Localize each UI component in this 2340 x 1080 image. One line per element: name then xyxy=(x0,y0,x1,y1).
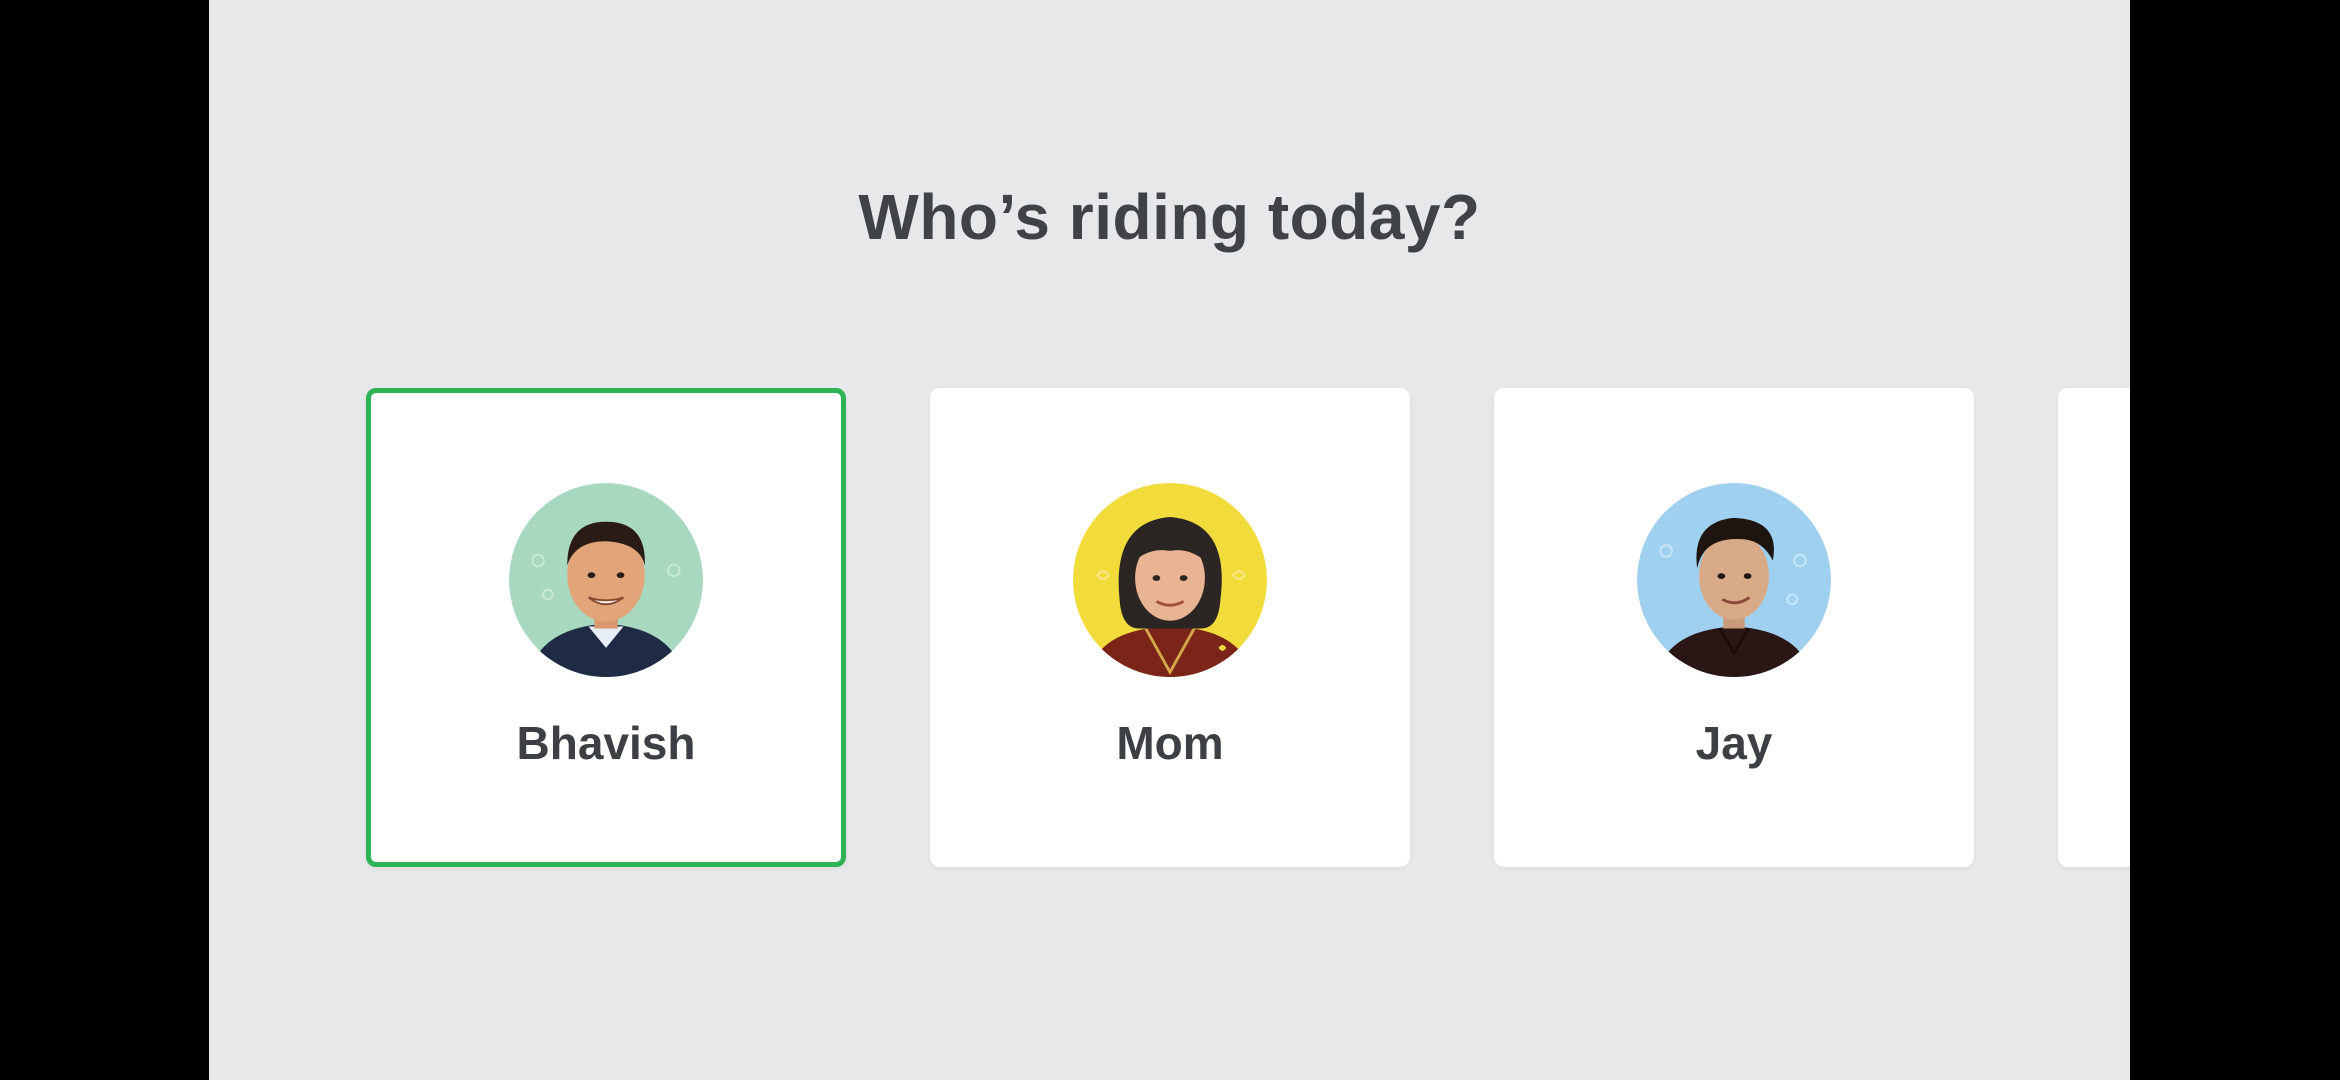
profile-name: Mom xyxy=(1116,717,1224,769)
person-avatar-icon xyxy=(509,483,703,677)
profile-card-jay[interactable]: Jay xyxy=(1494,388,1974,867)
profile-card-mom[interactable]: Mom xyxy=(930,388,1410,867)
avatar xyxy=(1637,483,1831,677)
profile-card-bhavish[interactable]: Bhavish xyxy=(366,388,846,867)
avatar xyxy=(509,483,703,677)
person-avatar-icon xyxy=(1637,483,1831,677)
profile-select-screen: Who’s riding today? Bhavish Mom Jay xyxy=(209,0,2130,1080)
page-title: Who’s riding today? xyxy=(858,181,1481,253)
person-avatar-icon xyxy=(1073,483,1267,677)
profile-name: Jay xyxy=(1695,717,1773,769)
profile-name: Bhavish xyxy=(516,717,696,769)
avatar xyxy=(1073,483,1267,677)
profile-card-partial[interactable] xyxy=(2058,388,2130,867)
